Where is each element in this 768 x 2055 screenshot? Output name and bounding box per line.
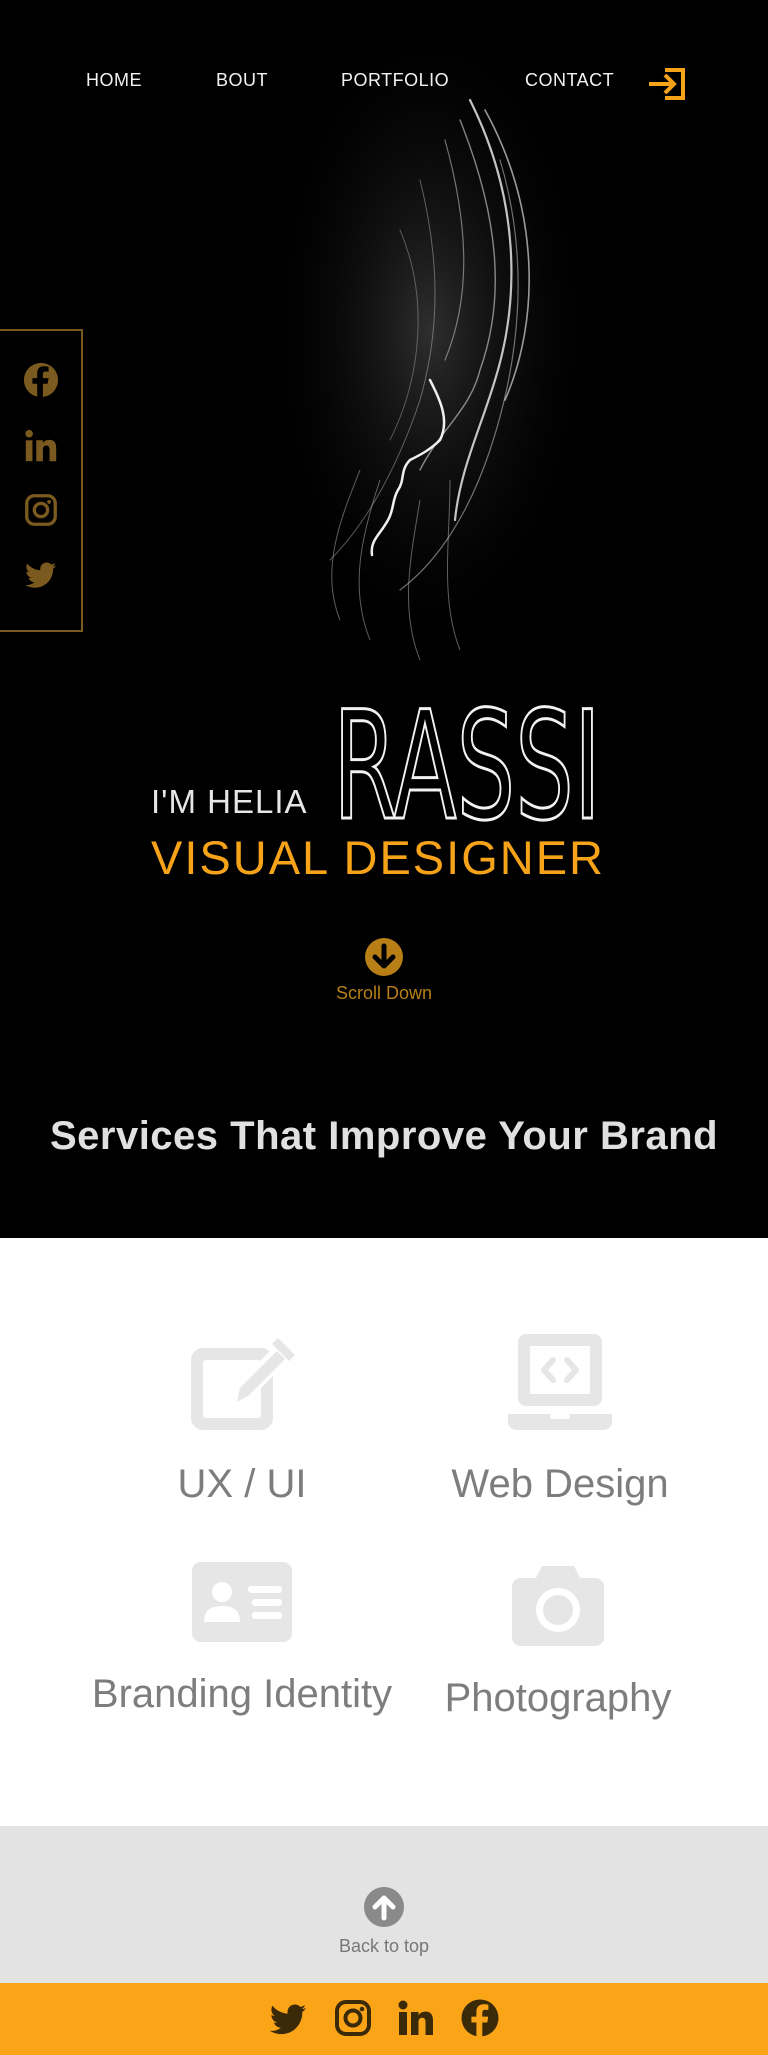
scroll-down-button[interactable]: Scroll Down xyxy=(0,937,768,1004)
intro-text: I'M HELIA xyxy=(151,783,308,820)
back-to-top-button[interactable]: Back to top xyxy=(0,1886,768,1957)
service-label: Branding Identity xyxy=(91,1672,393,1716)
service-label: Photography xyxy=(444,1676,672,1720)
service-label: Web Design xyxy=(451,1462,669,1506)
twitter-icon[interactable] xyxy=(22,556,60,594)
facebook-icon[interactable] xyxy=(460,1998,500,2038)
nav-portfolio-link[interactable]: PORTFOLIO xyxy=(341,70,449,91)
service-label: UX / UI xyxy=(177,1462,307,1506)
twitter-icon[interactable] xyxy=(268,1998,308,2038)
svg-text:RASSI: RASSI xyxy=(333,684,601,824)
hero-section: HOME BOUT PORTFOLIO CONTACT I'M HELIA RA… xyxy=(0,0,768,1238)
services-title: Services That Improve Your Brand xyxy=(49,1114,719,1158)
nav-home-link[interactable]: HOME xyxy=(86,70,142,91)
surname-display: RASSI xyxy=(333,684,603,824)
sign-in-icon[interactable] xyxy=(647,66,687,102)
social-sidebar xyxy=(0,329,83,632)
facebook-icon[interactable] xyxy=(22,361,60,399)
service-web-design: Web Design xyxy=(400,1330,720,1507)
nav-contact-link[interactable]: CONTACT xyxy=(525,70,614,91)
camera-icon xyxy=(512,1566,604,1646)
back-to-top-label: Back to top xyxy=(338,1936,430,1956)
scroll-down-label: Scroll Down xyxy=(335,983,433,1003)
arrow-circle-up-icon xyxy=(364,1887,404,1927)
service-branding-identity: Branding Identity xyxy=(82,1562,402,1717)
laptop-code-icon xyxy=(508,1334,612,1430)
portrait-image xyxy=(260,0,600,661)
footer xyxy=(0,1983,768,2055)
instagram-icon[interactable] xyxy=(22,491,60,529)
id-card-icon xyxy=(192,1562,292,1642)
instagram-icon[interactable] xyxy=(333,1998,373,2038)
service-photography: Photography xyxy=(398,1562,718,1721)
linkedin-icon[interactable] xyxy=(396,1998,436,2038)
nav-bout-link[interactable]: BOUT xyxy=(216,70,268,91)
service-ux-ui: UX / UI xyxy=(82,1330,402,1507)
services-section: UX / UI Web Design Branding Identity Pho… xyxy=(0,1238,768,1826)
main-nav: HOME BOUT PORTFOLIO CONTACT xyxy=(0,66,768,100)
linkedin-icon[interactable] xyxy=(22,427,60,465)
edit-icon xyxy=(191,1338,295,1430)
role-title: VISUAL DESIGNER xyxy=(151,831,605,884)
arrow-circle-down-icon xyxy=(365,938,403,976)
back-to-top-section: Back to top xyxy=(0,1826,768,1983)
